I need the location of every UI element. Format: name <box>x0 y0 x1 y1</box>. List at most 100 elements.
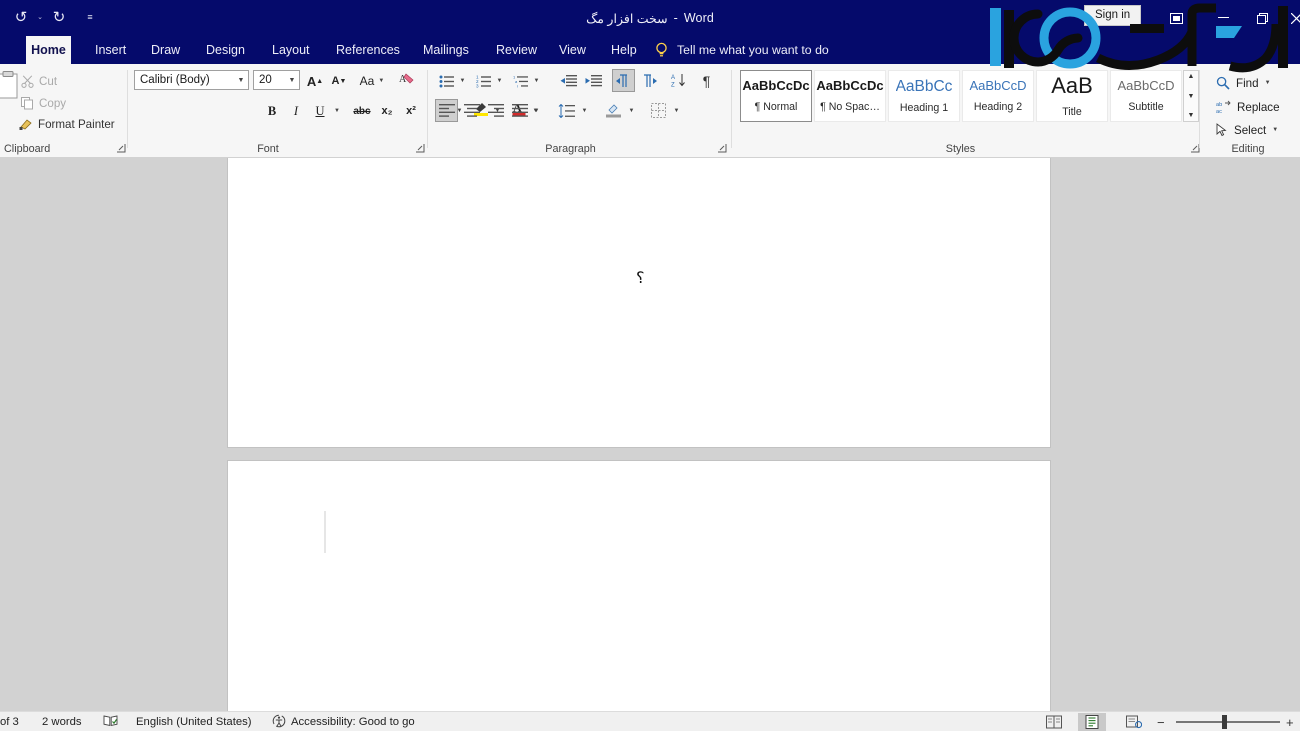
styles-gallery-scroll[interactable]: ▲ ▼ ▼ <box>1183 70 1199 122</box>
style-normal[interactable]: AaBbCcDc ¶ Normal <box>740 70 812 122</box>
chevron-down-icon[interactable]: ▼ <box>674 108 680 114</box>
tab-home[interactable]: Home <box>26 36 71 64</box>
document-canvas[interactable]: ؟ <box>0 158 1300 711</box>
align-left-button[interactable] <box>435 99 458 122</box>
read-mode-button[interactable] <box>1040 713 1068 731</box>
tab-review[interactable]: Review <box>485 36 548 64</box>
borders-dropdown[interactable]: ▼ <box>670 100 683 121</box>
right-to-left-text-direction-button[interactable] <box>638 70 659 91</box>
format-painter-button[interactable]: Format Painter <box>16 115 118 133</box>
zoom-in-button[interactable]: + <box>1286 712 1294 731</box>
sort-button[interactable]: A Z <box>668 70 689 91</box>
italic-button[interactable]: I <box>286 100 306 122</box>
minimize-icon[interactable] <box>1211 6 1235 30</box>
decrease-indent-button[interactable] <box>558 70 579 91</box>
bold-button[interactable]: B <box>262 100 282 122</box>
tab-draw[interactable]: Draw <box>140 36 191 64</box>
borders-button[interactable] <box>648 100 669 121</box>
justify-button[interactable] <box>509 100 530 121</box>
style-no-spacing[interactable]: AaBbCcDc ¶ No Spac… <box>814 70 886 122</box>
tab-references[interactable]: References <box>325 36 411 64</box>
bullets-button[interactable] <box>436 70 457 91</box>
zoom-out-button[interactable]: − <box>1157 712 1165 731</box>
style-heading-1[interactable]: AaBbCc Heading 1 <box>888 70 960 122</box>
strikethrough-button[interactable]: abc <box>350 100 374 122</box>
tab-help[interactable]: Help <box>600 36 648 64</box>
bullets-dropdown[interactable]: ▼ <box>456 70 469 91</box>
page-number-status[interactable]: of 3 <box>0 712 19 731</box>
chevron-down-icon[interactable]: ▼ <box>582 108 588 114</box>
left-to-right-text-direction-button[interactable] <box>612 69 635 92</box>
tab-insert[interactable]: Insert <box>84 36 137 64</box>
tab-design[interactable]: Design <box>195 36 256 64</box>
multilevel-list-dropdown[interactable]: ▼ <box>530 70 543 91</box>
styles-more-icon[interactable]: ▼ <box>1188 112 1195 119</box>
clipboard-dialog-launcher[interactable] <box>116 143 127 154</box>
cut-button[interactable]: Cut <box>18 72 60 90</box>
subscript-button[interactable]: x₂ <box>376 100 398 122</box>
justify-dropdown[interactable]: ▼ <box>530 100 543 121</box>
style-title[interactable]: AaB Title <box>1036 70 1108 122</box>
proofing-status[interactable] <box>103 712 118 731</box>
clear-formatting-button[interactable]: A <box>396 70 418 92</box>
accessibility-status[interactable]: Accessibility: Good to go <box>272 712 415 731</box>
align-center-button[interactable] <box>461 100 482 121</box>
chevron-down-icon[interactable]: ▼ <box>1265 80 1271 86</box>
underline-dropdown[interactable]: ▼ <box>330 100 344 122</box>
chevron-down-icon[interactable]: ▼ <box>234 77 248 84</box>
chevron-down-icon[interactable]: ▼ <box>1272 127 1278 133</box>
tell-me-search[interactable]: Tell me what you want to do <box>655 36 829 64</box>
chevron-down-icon[interactable]: ▼ <box>534 108 540 114</box>
shading-dropdown[interactable]: ▼ <box>625 100 638 121</box>
scroll-down-icon[interactable]: ▼ <box>1188 93 1195 100</box>
shading-button[interactable] <box>603 100 624 121</box>
style-heading-2[interactable]: AaBbCcD Heading 2 <box>962 70 1034 122</box>
paragraph-dialog-launcher[interactable] <box>717 143 728 154</box>
word-count-status[interactable]: 2 words <box>42 712 82 731</box>
multilevel-list-button[interactable]: 1 a i <box>510 70 531 91</box>
change-case-button[interactable]: Aa ▼ <box>356 70 388 92</box>
zoom-slider-thumb[interactable] <box>1222 715 1227 729</box>
grow-font-button[interactable]: A ▲ <box>304 70 326 92</box>
numbering-dropdown[interactable]: ▼ <box>493 70 506 91</box>
shrink-font-button[interactable]: A ▼ <box>328 70 350 92</box>
chevron-down-icon[interactable]: ▼ <box>534 78 540 84</box>
web-layout-button[interactable] <box>1120 713 1148 731</box>
chevron-down-icon[interactable]: ▼ <box>460 78 466 84</box>
print-layout-button[interactable] <box>1078 713 1106 731</box>
font-family-combo[interactable]: Calibri (Body) ▼ <box>134 70 249 90</box>
maximize-icon[interactable] <box>1250 6 1274 30</box>
chevron-down-icon[interactable]: ▼ <box>334 108 340 114</box>
chevron-down-icon[interactable]: ▼ <box>497 78 503 84</box>
close-icon[interactable] <box>1284 6 1300 30</box>
sign-in-button[interactable]: Sign in <box>1084 5 1142 26</box>
line-spacing-dropdown[interactable]: ▼ <box>578 100 591 121</box>
language-status[interactable]: English (United States) <box>136 712 252 731</box>
numbering-button[interactable]: 1 2 3 <box>473 70 494 91</box>
line-spacing-button[interactable] <box>556 100 577 121</box>
document-page-2[interactable] <box>228 461 1050 711</box>
align-right-button[interactable] <box>485 100 506 121</box>
tab-view[interactable]: View <box>548 36 597 64</box>
show-formatting-marks-button[interactable]: ¶ <box>696 70 717 91</box>
tab-layout[interactable]: Layout <box>261 36 321 64</box>
chevron-down-icon[interactable]: ▼ <box>629 108 635 114</box>
find-button[interactable]: Find ▼ <box>1216 73 1271 93</box>
zoom-slider-track[interactable] <box>1176 721 1280 723</box>
font-size-combo[interactable]: 20 ▼ <box>253 70 300 90</box>
scroll-up-icon[interactable]: ▲ <box>1188 73 1195 80</box>
select-button[interactable]: Select ▼ <box>1216 120 1278 140</box>
increase-indent-button[interactable] <box>583 70 604 91</box>
underline-button[interactable]: U <box>310 100 330 122</box>
style-subtitle[interactable]: AaBbCcD Subtitle <box>1110 70 1182 122</box>
superscript-button[interactable]: x² <box>400 100 422 122</box>
replace-button[interactable]: ab ac Replace <box>1216 97 1280 117</box>
copy-button[interactable]: Copy <box>18 94 69 112</box>
tab-mailings[interactable]: Mailings <box>412 36 480 64</box>
paintbrush-icon <box>19 118 33 131</box>
chevron-down-icon[interactable]: ▼ <box>285 77 299 84</box>
chevron-down-icon[interactable]: ▼ <box>378 78 384 84</box>
document-page-1[interactable]: ؟ <box>228 158 1050 447</box>
font-dialog-launcher[interactable] <box>415 143 426 154</box>
ribbon-display-options-icon[interactable] <box>1164 6 1188 30</box>
